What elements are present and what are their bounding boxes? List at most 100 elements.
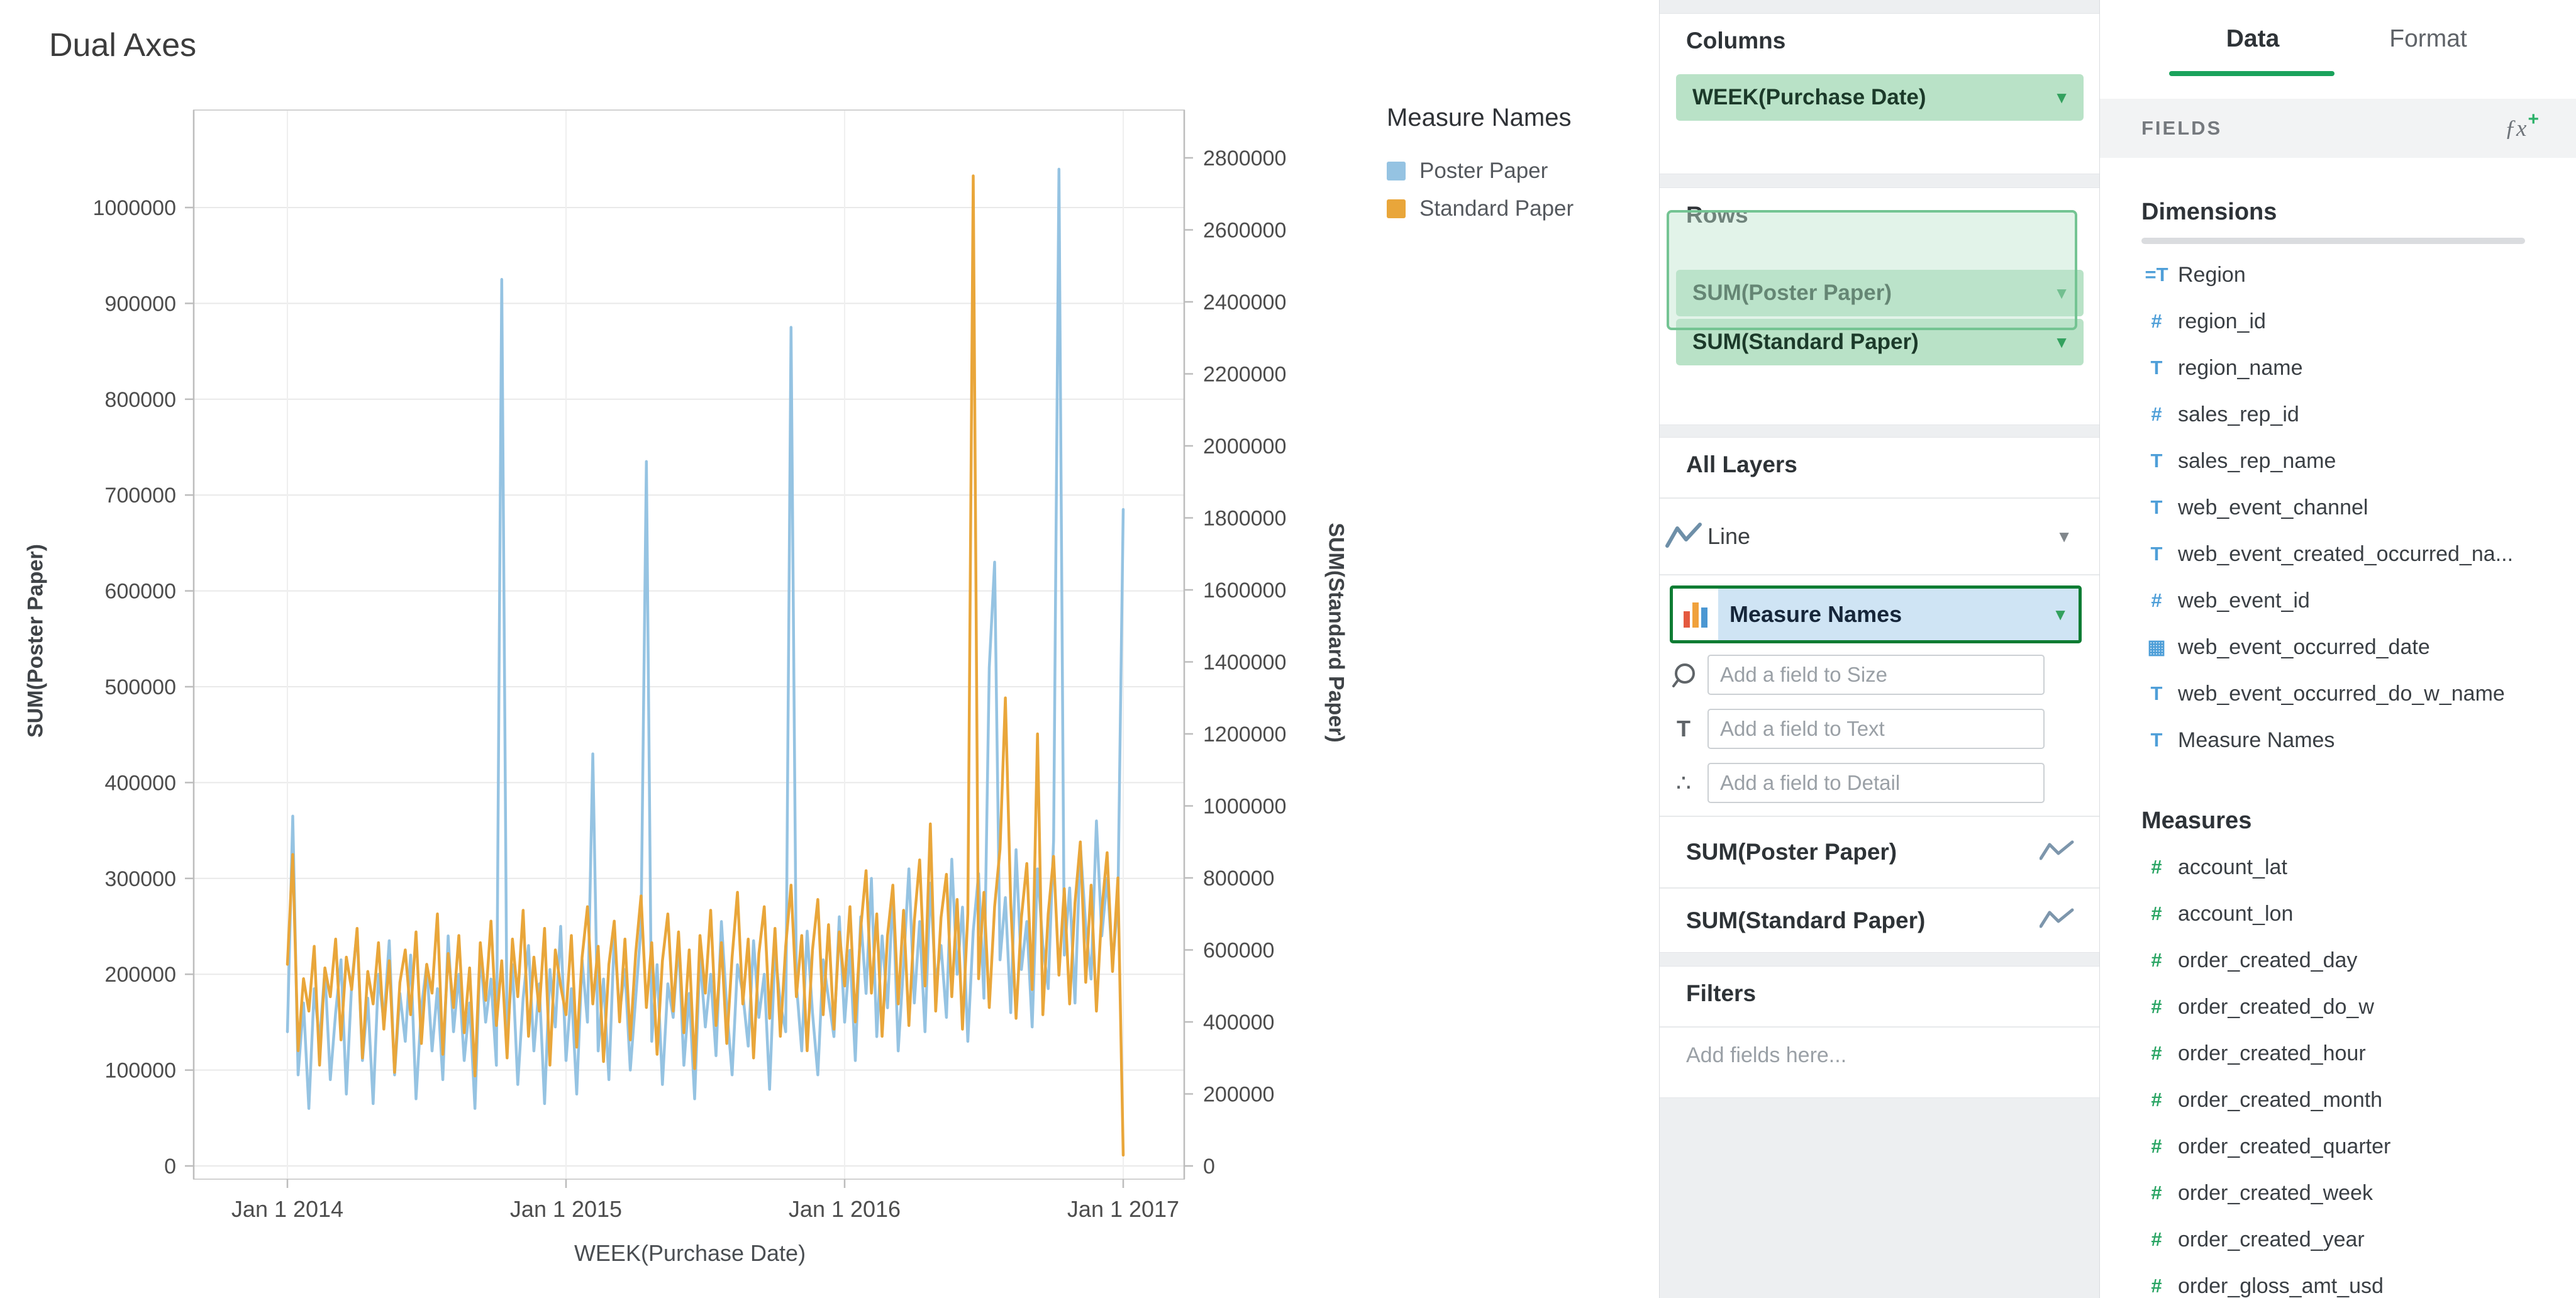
color-shelf[interactable]: Measure Names ▼ bbox=[1670, 585, 2082, 643]
text-field-input[interactable] bbox=[1707, 709, 2045, 749]
svg-text:900000: 900000 bbox=[105, 292, 176, 316]
field-item[interactable]: #sales_rep_id bbox=[2141, 391, 2576, 438]
size-shelf-icon bbox=[1660, 661, 1707, 689]
fields-list: Dimensions =TRegion#region_idTregion_nam… bbox=[2100, 158, 2576, 1298]
chart-title: Dual Axes bbox=[49, 26, 196, 64]
field-label: account_lat bbox=[2178, 855, 2287, 880]
caret-down-icon[interactable]: ▼ bbox=[2053, 334, 2070, 350]
chart-type-dropdown[interactable]: Line ▼ bbox=[1660, 499, 2100, 574]
measures-header: Measures bbox=[2141, 797, 2576, 844]
field-item[interactable]: #account_lat bbox=[2141, 844, 2576, 890]
caret-down-icon[interactable]: ▼ bbox=[2056, 528, 2072, 545]
legend-entry[interactable]: Standard Paper bbox=[1387, 190, 1651, 228]
svg-text:1000000: 1000000 bbox=[93, 196, 176, 220]
field-item[interactable]: #web_event_id bbox=[2141, 577, 2576, 624]
svg-text:2600000: 2600000 bbox=[1203, 219, 1286, 243]
field-label: order_created_year bbox=[2178, 1228, 2365, 1252]
pill-label: SUM(Standard Paper) bbox=[1692, 330, 1919, 355]
field-item[interactable]: Tweb_event_channel bbox=[2141, 484, 2576, 531]
field-label: order_created_quarter bbox=[2178, 1134, 2390, 1159]
calendar-icon: ▦ bbox=[2141, 636, 2172, 658]
rows-pill-poster[interactable]: SUM(Poster Paper) ▼ bbox=[1676, 270, 2084, 316]
svg-text:Jan 1 2017: Jan 1 2017 bbox=[1067, 1196, 1179, 1222]
filters-placeholder[interactable]: Add fields here... bbox=[1686, 1043, 1846, 1068]
svg-text:800000: 800000 bbox=[1203, 867, 1274, 890]
svg-text:400000: 400000 bbox=[105, 771, 176, 795]
data-panel: Data Format FIELDS ƒx+ Dimensions =TRegi… bbox=[2099, 0, 2576, 1298]
field-item[interactable]: #order_created_week bbox=[2141, 1170, 2576, 1216]
svg-text:1400000: 1400000 bbox=[1203, 651, 1286, 675]
field-item[interactable]: # order_created_do_w bbox=[2141, 984, 2576, 1030]
svg-text:0: 0 bbox=[164, 1155, 176, 1179]
field-item[interactable]: TMeasure Names bbox=[2141, 717, 2576, 763]
svg-text:2800000: 2800000 bbox=[1203, 147, 1286, 170]
pill-label: Measure Names bbox=[1729, 601, 1902, 628]
text-shelf-icon: T bbox=[1660, 716, 1707, 742]
svg-text:700000: 700000 bbox=[105, 484, 176, 508]
svg-text:2400000: 2400000 bbox=[1203, 291, 1286, 314]
rows-pill-standard[interactable]: SUM(Standard Paper) ▼ bbox=[1676, 319, 2084, 365]
field-label: Measure Names bbox=[2178, 728, 2334, 753]
app-window: 0100000200000300000400000500000600000700… bbox=[0, 0, 2576, 1298]
size-field-input[interactable] bbox=[1707, 655, 2045, 695]
add-calculated-field-button[interactable]: ƒx+ bbox=[2505, 99, 2539, 158]
svg-text:Jan 1 2014: Jan 1 2014 bbox=[231, 1196, 343, 1222]
text-icon: T bbox=[2141, 496, 2172, 519]
columns-pill[interactable]: WEEK(Purchase Date) ▼ bbox=[1676, 74, 2084, 121]
columns-shelf-card: Columns WEEK(Purchase Date) ▼ bbox=[1660, 13, 2100, 174]
fx-icon: ƒx bbox=[2505, 115, 2527, 142]
legend-label: Poster Paper bbox=[1419, 158, 1548, 184]
standard-paper-swatch-icon bbox=[1387, 199, 1406, 218]
field-item[interactable]: #order_created_quarter bbox=[2141, 1123, 2576, 1170]
field-item[interactable]: Tregion_name bbox=[2141, 345, 2576, 391]
detail-field-input[interactable] bbox=[1707, 763, 2045, 803]
svg-text:1000000: 1000000 bbox=[1203, 795, 1286, 819]
number-icon: # bbox=[2141, 310, 2172, 333]
tab-data[interactable]: Data bbox=[2226, 25, 2280, 53]
field-item[interactable]: #order_created_year bbox=[2141, 1216, 2576, 1263]
field-item[interactable]: Tweb_event_occurred_do_w_name bbox=[2141, 670, 2576, 717]
measure-row-standard[interactable]: SUM(Standard Paper) bbox=[1660, 889, 2100, 952]
svg-text:100000: 100000 bbox=[105, 1059, 176, 1083]
field-item[interactable]: #order_created_hour bbox=[2141, 1030, 2576, 1077]
field-item[interactable]: =TRegion bbox=[2141, 252, 2576, 298]
measure-row-label: SUM(Poster Paper) bbox=[1686, 839, 1897, 865]
svg-text:500000: 500000 bbox=[105, 675, 176, 699]
field-section-items: =TRegion#region_idTregion_name#sales_rep… bbox=[2141, 252, 2576, 763]
caret-down-icon[interactable]: ▼ bbox=[2053, 89, 2070, 106]
field-item[interactable]: #region_id bbox=[2141, 298, 2576, 345]
left-axis-title: SUM(Poster Paper) bbox=[24, 544, 48, 738]
field-label: web_event_occurred_date bbox=[2178, 635, 2430, 660]
all-layers-header: All Layers bbox=[1686, 452, 1797, 478]
caret-down-icon[interactable]: ▼ bbox=[2053, 285, 2070, 301]
caret-down-icon[interactable]: ▼ bbox=[2052, 606, 2068, 623]
number-icon: # bbox=[2141, 1275, 2172, 1297]
field-item[interactable]: ▦ web_event_occurred_date bbox=[2141, 624, 2576, 670]
field-item[interactable]: Tsales_rep_name bbox=[2141, 438, 2576, 484]
fields-bar-label: FIELDS bbox=[2141, 117, 2222, 140]
field-label: order_created_do_w bbox=[2178, 995, 2374, 1019]
tab-format[interactable]: Format bbox=[2389, 25, 2467, 53]
legend-entry[interactable]: Poster Paper bbox=[1387, 152, 1651, 190]
svg-text:400000: 400000 bbox=[1203, 1011, 1274, 1035]
number-icon: # bbox=[2141, 589, 2172, 612]
svg-text:Jan 1 2016: Jan 1 2016 bbox=[789, 1196, 901, 1222]
dimensions-header: Dimensions bbox=[2141, 189, 2576, 235]
chart-area: 0100000200000300000400000500000600000700… bbox=[0, 0, 1659, 1298]
measure-row-poster[interactable]: SUM(Poster Paper) bbox=[1660, 817, 2100, 887]
legend: Measure Names Poster Paper Standard Pape… bbox=[1387, 104, 1651, 228]
chart-type-label: Line bbox=[1707, 523, 1750, 550]
field-item[interactable]: #account_lon bbox=[2141, 890, 2576, 937]
number-icon: # bbox=[2141, 996, 2172, 1018]
poster-paper-swatch-icon bbox=[1387, 162, 1406, 180]
color-field-pill[interactable]: Measure Names ▼ bbox=[1718, 589, 2079, 640]
svg-text:1200000: 1200000 bbox=[1203, 723, 1286, 746]
svg-text:2000000: 2000000 bbox=[1203, 435, 1286, 458]
sparkline-icon bbox=[2040, 838, 2075, 867]
field-label: web_event_created_occurred_na... bbox=[2178, 542, 2513, 567]
field-item[interactable]: #order_created_month bbox=[2141, 1077, 2576, 1123]
field-item[interactable]: #order_created_day bbox=[2141, 937, 2576, 984]
field-item[interactable]: #order_gloss_amt_usd bbox=[2141, 1263, 2576, 1298]
number-icon: # bbox=[2141, 902, 2172, 925]
field-item[interactable]: Tweb_event_created_occurred_na... bbox=[2141, 531, 2576, 577]
